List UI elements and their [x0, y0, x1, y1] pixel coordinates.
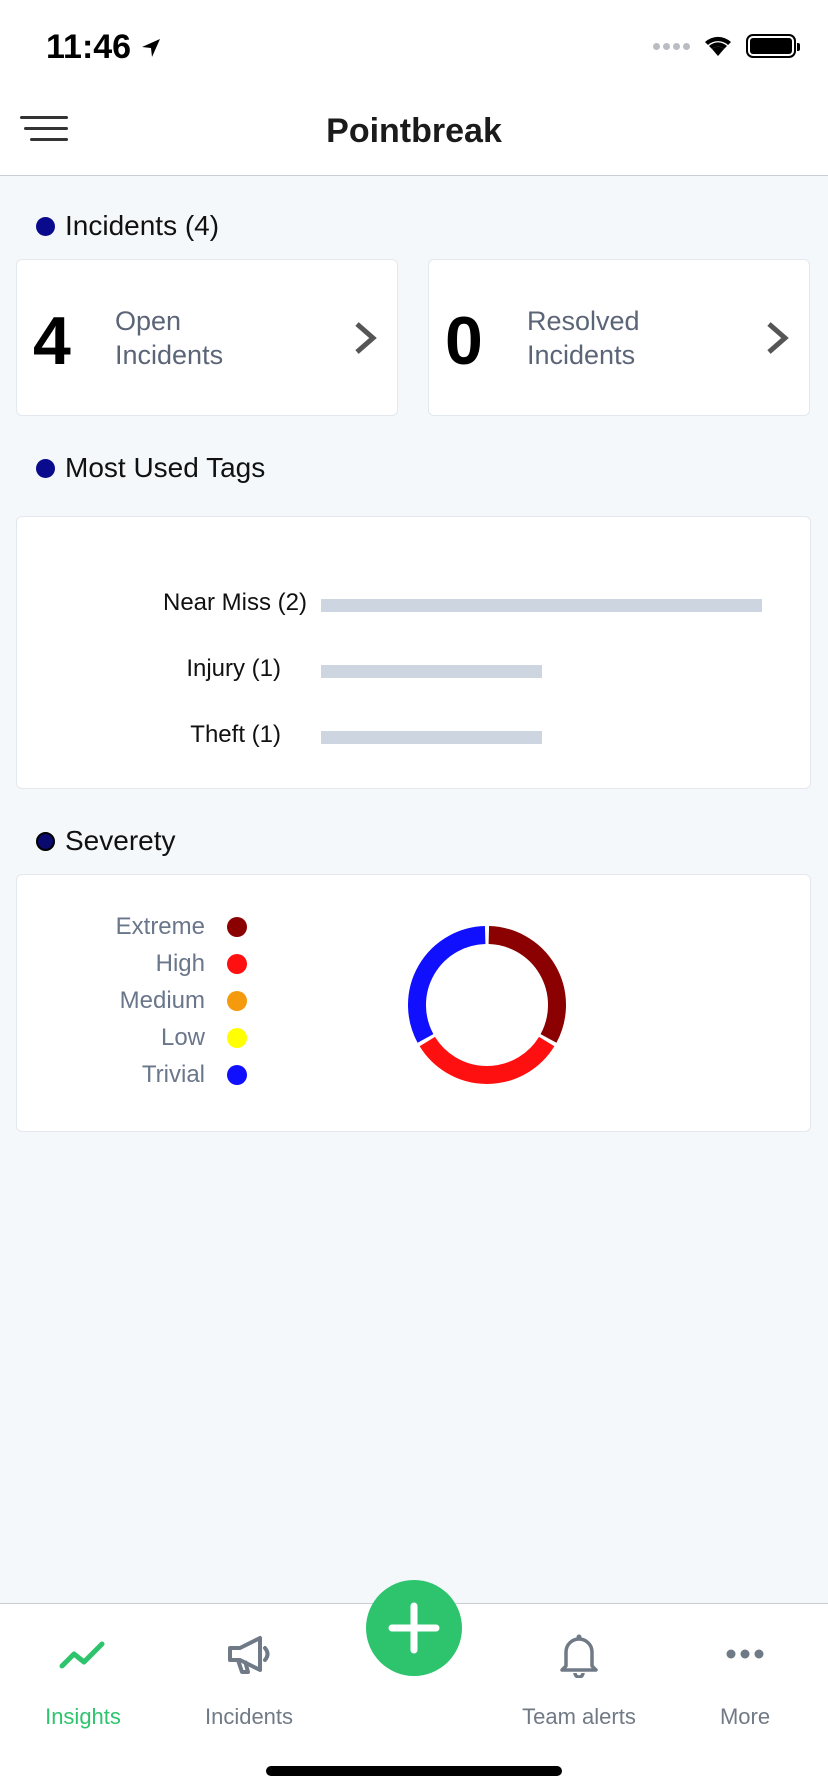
insights-icon — [59, 1641, 105, 1669]
legend-label: Low — [160, 1024, 205, 1051]
tag-label: Injury (1) — [186, 655, 281, 682]
legend-swatch — [227, 1065, 247, 1085]
cellular-signal-icon — [653, 42, 690, 50]
status-bar: 11:46 — [0, 0, 828, 90]
severity-chart-card: Extreme High Medium Low Trivial — [16, 874, 811, 1132]
tags-chart-card: Near Miss (2) Injury (1) Theft (1) — [16, 516, 811, 789]
tag-bar — [321, 665, 542, 678]
tab-incidents[interactable]: Incidents — [166, 1604, 332, 1734]
tab-insights-label: Insights — [45, 1704, 121, 1729]
bullet-dot — [36, 216, 55, 236]
legend-label: Extreme — [115, 913, 205, 940]
legend-item-high: High — [77, 950, 257, 980]
legend-swatch — [227, 1028, 247, 1048]
incidents-heading-label: Incidents (4) — [65, 210, 220, 241]
severity-heading-label: Severety — [65, 825, 176, 856]
tags-heading: Most Used Tags — [36, 452, 265, 484]
clock: 11:46 — [46, 28, 132, 66]
page-title: Pointbreak — [326, 112, 502, 150]
plus-icon — [388, 1602, 440, 1654]
legend-swatch — [227, 954, 247, 974]
legend-label: Trivial — [141, 1061, 205, 1088]
severity-heading: Severety — [36, 825, 176, 857]
tab-more-label: More — [719, 1704, 771, 1729]
battery-icon — [746, 34, 800, 58]
megaphone-icon — [228, 1636, 270, 1674]
legend-label: High — [155, 950, 205, 977]
wifi-icon — [705, 36, 731, 56]
legend-item-low: Low — [77, 1024, 257, 1054]
tag-label: Near Miss (2) — [162, 589, 307, 616]
tab-team-alerts-label: Team alerts — [522, 1704, 636, 1729]
chevron-right-icon — [767, 322, 789, 354]
bullet-dot — [36, 831, 55, 851]
tab-more[interactable]: More — [662, 1604, 828, 1734]
tab-incidents-label: Incidents — [204, 1704, 294, 1729]
tags-heading-label: Most Used Tags — [65, 452, 266, 483]
tab-team-alerts[interactable]: Team alerts — [496, 1604, 662, 1734]
status-time: 11:46 — [46, 28, 163, 67]
home-indicator — [266, 1766, 562, 1776]
donut-slice-high — [419, 1036, 555, 1084]
legend-item-medium: Medium — [77, 987, 257, 1017]
resolved-incidents-card[interactable]: 0 Resolved Incidents — [428, 259, 810, 416]
tab-insights[interactable]: Insights — [0, 1604, 166, 1734]
severity-donut-chart — [408, 926, 566, 1084]
legend-item-extreme: Extreme — [77, 913, 257, 943]
open-incidents-card[interactable]: 4 Open Incidents — [16, 259, 398, 416]
donut-slice-extreme — [488, 926, 566, 1043]
chevron-right-icon — [355, 322, 377, 354]
incidents-heading: Incidents (4) — [36, 210, 219, 242]
add-incident-button[interactable] — [366, 1580, 462, 1676]
donut-slice-trivial — [408, 926, 486, 1043]
legend-label: Medium — [119, 987, 205, 1014]
nav-bar: Pointbreak — [0, 90, 828, 176]
legend-swatch — [227, 917, 247, 937]
bullet-dot — [36, 458, 55, 478]
legend-swatch — [227, 991, 247, 1011]
resolved-incidents-label: Resolved Incidents — [527, 306, 640, 370]
more-icon — [726, 1649, 764, 1659]
tag-bar — [321, 731, 542, 744]
bell-icon — [560, 1634, 598, 1678]
legend-item-trivial: Trivial — [77, 1061, 257, 1091]
tag-bar — [321, 599, 762, 612]
status-indicators — [653, 34, 800, 58]
location-arrow-icon — [142, 38, 161, 57]
open-incidents-label: Open Incidents — [115, 306, 224, 370]
tag-label: Theft (1) — [190, 721, 281, 748]
open-incidents-count: 4 — [33, 303, 71, 379]
resolved-incidents-count: 0 — [445, 303, 483, 379]
